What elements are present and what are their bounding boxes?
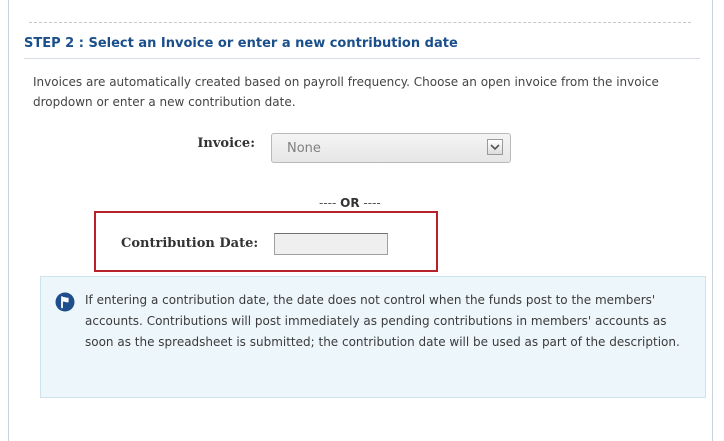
or-separator-left: ---- bbox=[319, 196, 341, 210]
invoice-selected-value: None bbox=[287, 141, 321, 156]
invoice-dropdown[interactable]: None bbox=[271, 133, 511, 163]
top-divider bbox=[29, 22, 691, 23]
step-panel: STEP 2 : Select an Invoice or enter a ne… bbox=[8, 0, 713, 441]
info-notice: If entering a contribution date, the dat… bbox=[40, 276, 706, 398]
or-separator-word: OR bbox=[340, 196, 360, 210]
contribution-date-input[interactable] bbox=[274, 233, 388, 255]
contribution-date-label: Contribution Date: bbox=[121, 236, 259, 251]
invoice-label: Invoice: bbox=[197, 136, 255, 151]
or-separator: ---- OR ---- bbox=[319, 196, 381, 210]
or-separator-right: ---- bbox=[359, 196, 381, 210]
chevron-down-icon[interactable] bbox=[487, 139, 503, 155]
title-divider bbox=[24, 58, 700, 59]
info-notice-text: If entering a contribution date, the dat… bbox=[85, 293, 680, 349]
step-title: STEP 2 : Select an Invoice or enter a ne… bbox=[24, 36, 458, 51]
flag-circle-icon bbox=[55, 292, 75, 312]
step-description: Invoices are automatically created based… bbox=[33, 75, 659, 109]
